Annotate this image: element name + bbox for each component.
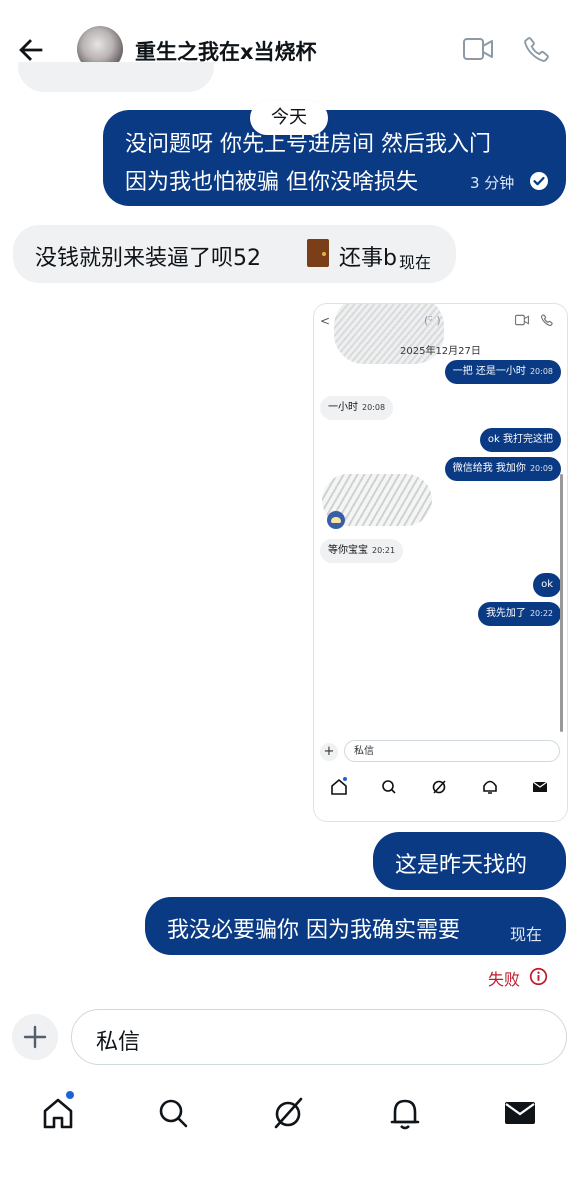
grok-icon[interactable] [268,1093,308,1133]
mini-message-incoming: 一小时 20:08 [320,396,394,420]
mini-message-outgoing: 我先加了 20:22 [477,602,561,626]
info-icon[interactable] [529,967,548,986]
mini-bottom-nav [331,777,548,795]
message-time: 现在 [399,253,432,272]
messages-icon[interactable] [500,1093,540,1133]
phone-call-icon[interactable] [522,33,552,65]
mini-message-outgoing: 微信给我 我加你 20:09 [444,457,561,481]
back-arrow-icon: < [320,314,331,328]
attached-screenshot-image[interactable]: < (ᵕ̈ ) 2025年12月27日 一把 还是一小时 20:08 一小时 20:… [313,303,568,822]
previous-message-bubble [18,62,214,92]
message-text: 还事b [339,246,397,271]
phone-call-icon [540,314,553,327]
mini-message-outgoing: 一把 还是一小时 20:08 [444,360,561,384]
notifications-icon[interactable] [385,1093,425,1133]
message-bubble-outgoing[interactable]: 这是昨天找的 [373,832,566,890]
message-bubble-outgoing[interactable]: 我没必要骗你 因为我确实需要 现在 [145,897,566,955]
plus-icon: + [320,743,338,761]
mini-message-incoming: 等你宝宝 20:21 [320,539,404,563]
date-divider: 今天 [250,101,328,135]
message-input-placeholder: 私信 [96,1030,141,1055]
message-time: 3 分钟 [470,174,515,192]
message-bubble-incoming[interactable]: 没钱就别来装逼了呗52 还事b 现在 [13,225,456,283]
message-text: 这是昨天找的 [395,853,528,878]
check-circle-icon [530,172,548,190]
mini-composer: 私信 [344,740,560,762]
door-emoji-icon [307,239,329,267]
mini-message-outgoing: ok 我打完这把 [479,428,561,452]
mini-conversation-title: (ᵕ̈ ) [424,314,441,327]
scrollbar [560,474,563,732]
message-text: 没钱就别来装逼了呗52 [35,246,261,271]
home-icon[interactable] [38,1093,78,1133]
message-text: 我没必要骗你 因为我确实需要 [167,918,460,943]
avatar [327,511,345,529]
send-failed-status[interactable]: 失败 [488,966,520,990]
video-call-icon[interactable] [462,36,494,62]
message-bubble-outgoing[interactable]: 没问题呀 你先上号进房间 然后我入门 因为我也怕被骗 但你没啥损失 3 分钟 [103,110,566,206]
message-input[interactable]: 私信 [71,1009,567,1065]
date-divider: 2025年12月27日 [400,346,481,357]
notification-dot [66,1091,74,1099]
message-time: 现在 [510,925,543,944]
message-text: 因为我也怕被骗 但你没啥损失 [125,170,418,195]
mini-message-outgoing: ok [533,573,561,597]
add-attachment-button[interactable] [12,1014,58,1060]
video-call-icon [514,314,530,326]
search-icon[interactable] [153,1093,193,1133]
